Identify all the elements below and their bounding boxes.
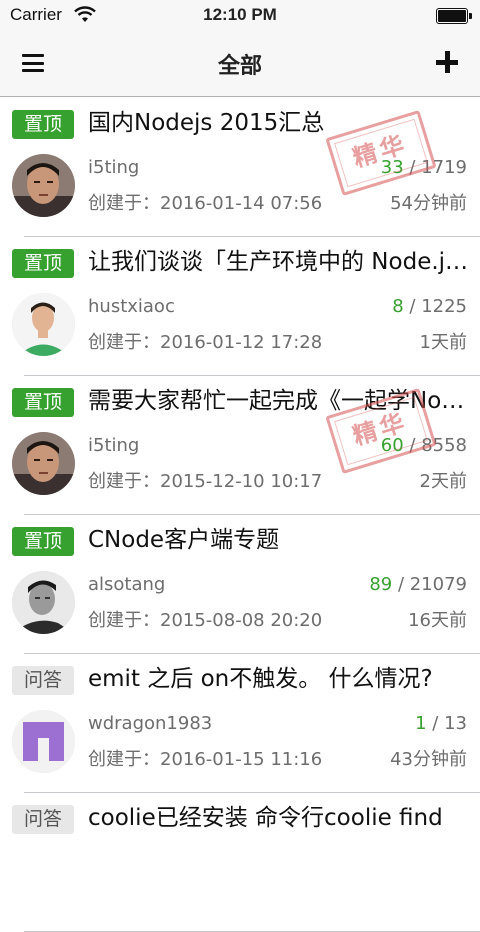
last-reply-time: 1天前: [419, 332, 467, 353]
author-avatar[interactable]: [12, 432, 75, 495]
visit-count: 13: [444, 713, 467, 734]
reply-count: 1: [415, 713, 427, 734]
topic-list: 置顶 国内Nodejs 2015汇总 i5ting 创建于：2016-01-14 07…: [0, 97, 480, 932]
created-date: 创建于：2016-01-12 17:28: [88, 332, 323, 353]
reply-visit-count: 8 / 1225: [392, 296, 467, 317]
created-date: 创建于：2015-12-10 10:17: [88, 471, 323, 492]
created-date: 创建于：2016-01-15 11:16: [88, 749, 323, 770]
add-topic-button[interactable]: [436, 51, 458, 73]
author-name: wdragon1983: [88, 713, 213, 734]
author-name: i5ting: [88, 435, 140, 456]
author-avatar[interactable]: [12, 571, 75, 634]
visit-count: 21079: [409, 574, 467, 595]
topic-title: CNode客户端专题: [88, 527, 280, 553]
topic-tag-badge: 置顶: [12, 249, 74, 278]
reply-visit-count: 89 / 21079: [369, 574, 467, 595]
navigation-bar: 全部: [0, 32, 480, 97]
last-reply-time: 54分钟前: [390, 193, 467, 214]
status-bar: Carrier 12:10 PM: [0, 0, 480, 32]
author-name: alsotang: [88, 574, 166, 595]
author-name: hustxiaoc: [88, 296, 175, 317]
author-avatar[interactable]: [12, 293, 75, 356]
topic-row[interactable]: 置顶 CNode客户端专题 alsotang 创建于：2015-08-08 20:20…: [0, 514, 480, 654]
author-name: i5ting: [88, 157, 140, 178]
topic-tag-badge: 置顶: [12, 527, 74, 556]
topic-title: 让我们谈谈「生产环境中的 Node.js」: [88, 249, 470, 275]
topic-tag-badge: 置顶: [12, 110, 74, 139]
topic-row[interactable]: 置顶 国内Nodejs 2015汇总 i5ting 创建于：2016-01-14 07…: [0, 97, 480, 237]
topic-title: emit 之后 on不触发。 什么情况?: [88, 666, 433, 692]
clock: 12:10 PM: [203, 5, 277, 24]
topic-row[interactable]: 问答 emit 之后 on不触发。 什么情况? wdragon1983 创建于：201…: [0, 653, 480, 793]
visit-count: 1225: [421, 296, 467, 317]
topic-row[interactable]: 置顶需要大家帮忙一起完成《一起学Node.js》i5ting创建于：2015-1…: [0, 375, 480, 515]
topic-row[interactable]: 问答 coolie已经安装 命令行coolie find: [0, 792, 480, 932]
last-reply-time: 43分钟前: [390, 749, 467, 770]
created-date: 创建于：2015-08-08 20:20: [88, 610, 323, 631]
topic-tag-badge: 问答: [12, 805, 74, 834]
topic-tag-badge: 问答: [12, 666, 74, 695]
created-date: 创建于：2016-01-14 07:56: [88, 193, 323, 214]
reply-count: 8: [392, 296, 404, 317]
last-reply-time: 2天前: [419, 471, 467, 492]
last-reply-time: 16天前: [408, 610, 467, 631]
author-avatar[interactable]: [12, 710, 75, 773]
topic-tag-badge: 置顶: [12, 388, 74, 417]
topic-title: coolie已经安装 命令行coolie find: [88, 805, 443, 831]
page-title: 全部: [217, 54, 262, 79]
battery-icon: [436, 8, 472, 24]
topic-row[interactable]: 置顶 让我们谈谈「生产环境中的 Node.js」 hustxiaoc 创建于：2016…: [0, 236, 480, 376]
reply-count: 89: [369, 574, 393, 595]
reply-visit-count: 1 / 13: [415, 713, 467, 734]
author-avatar[interactable]: [12, 154, 75, 217]
menu-icon[interactable]: [22, 54, 44, 72]
